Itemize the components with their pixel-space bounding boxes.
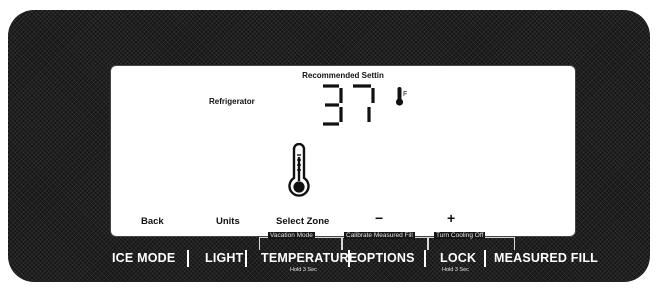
button-divider (348, 250, 350, 267)
recommended-setting-label: Recommended Settin (302, 71, 384, 80)
thermometer-icon: F (395, 86, 409, 108)
button-divider (187, 250, 189, 267)
units-button[interactable]: Units (216, 216, 240, 227)
button-divider (245, 250, 247, 267)
plus-button[interactable]: + (447, 210, 455, 226)
lcd-display: Recommended Settin Refrigerator 37 F (110, 65, 576, 237)
temperature-hold-hint: Hold 3 Sec (290, 267, 317, 273)
zone-label: Refrigerator (209, 97, 255, 106)
temperature-button[interactable]: TEMPERATURE (261, 251, 357, 265)
temperature-readout: 37 (313, 83, 381, 127)
button-divider (424, 250, 426, 267)
measured-fill-button[interactable]: MEASURED FILL (494, 251, 598, 265)
vacation-mode-label: Vacation Mode (268, 232, 315, 239)
select-zone-button[interactable]: Select Zone (276, 216, 329, 227)
button-divider (484, 250, 486, 267)
light-button[interactable]: LIGHT (205, 251, 244, 265)
turn-cooling-off-bracket: Turn Cooling Off (427, 232, 515, 250)
calibrate-measured-fill-label: Calibrate Measured Fill (344, 232, 415, 239)
temperature-unit: F (403, 91, 407, 98)
vacation-mode-bracket: Vacation Mode (259, 232, 343, 250)
ice-mode-button[interactable]: ICE MODE (112, 251, 175, 265)
seven-segment-digits (323, 84, 375, 126)
calibrate-measured-fill-bracket: Calibrate Measured Fill (341, 232, 429, 250)
control-panel: Recommended Settin Refrigerator 37 F (8, 10, 650, 282)
lock-hold-hint: Hold 3 Sec (442, 267, 469, 273)
turn-cooling-off-label: Turn Cooling Off (434, 232, 486, 239)
lock-button[interactable]: LOCK (440, 251, 476, 265)
thermometer-icon (286, 142, 312, 199)
options-button[interactable]: OPTIONS (357, 251, 415, 265)
back-button[interactable]: Back (141, 216, 164, 227)
minus-button[interactable]: − (375, 210, 383, 226)
button-row: ICE MODE LIGHT TEMPERATURE Hold 3 Sec OP… (112, 250, 598, 273)
